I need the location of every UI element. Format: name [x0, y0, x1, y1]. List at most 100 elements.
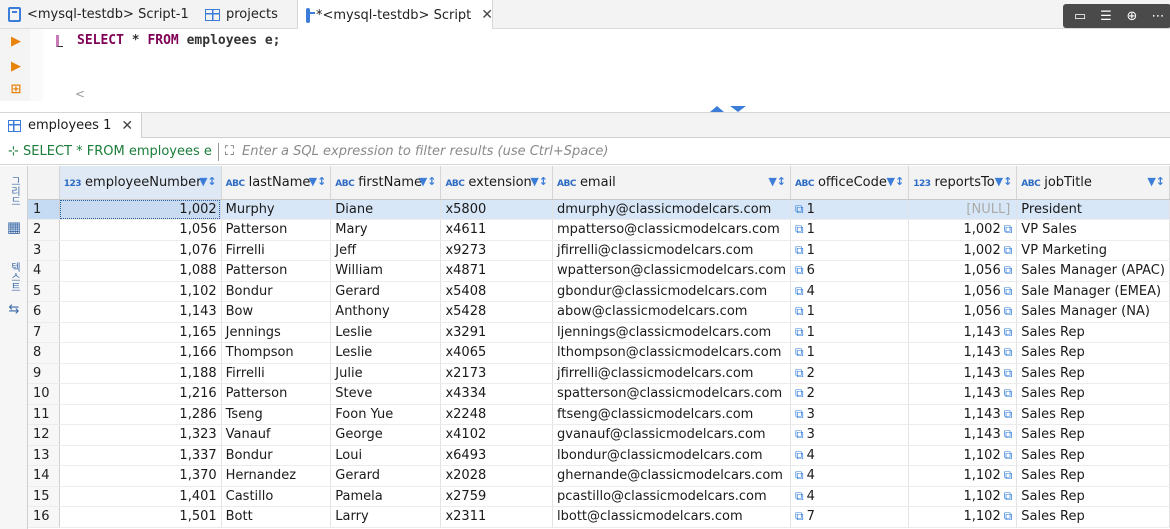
filter-query-label[interactable]: ⊹ SELECT * FROM employees e — [8, 144, 212, 159]
text-view-button[interactable]: 텍스트 — [5, 262, 23, 295]
fk-link-icon[interactable]: ⧉ — [1004, 304, 1013, 318]
cell-reportsTo[interactable]: 1,102 ⧉ — [908, 486, 1018, 507]
cell-email[interactable]: spatterson@classicmodelcars.com — [552, 383, 791, 405]
filter-sort-icon[interactable]: ▼↕ — [1147, 175, 1165, 188]
cell-firstName[interactable]: Leslie — [330, 342, 442, 364]
row-number[interactable]: 12 — [28, 424, 60, 446]
cell-email[interactable]: jfirrelli@classicmodelcars.com — [552, 240, 791, 261]
cell-reportsTo[interactable]: 1,143 ⧉ — [908, 383, 1018, 405]
cell-employeeNumber[interactable]: 1,323 — [59, 424, 222, 446]
cell-lastName[interactable]: Firrelli — [221, 240, 332, 261]
cell-firstName[interactable]: Anthony — [330, 301, 442, 323]
cell-extension[interactable]: x9273 — [440, 240, 553, 261]
table-row[interactable]: 6 1,143 Bow Anthony x5428 abow@classicmodelca… — [28, 301, 1170, 323]
cell-extension[interactable]: x4102 — [440, 424, 553, 446]
row-number[interactable]: 11 — [28, 404, 60, 425]
fk-link-icon[interactable]: ⧉ — [795, 263, 804, 277]
column-header-3[interactable]: ABC extension ▼↕ — [440, 166, 553, 200]
table-row[interactable]: 5 1,102 Bondur Gerard x5408 gbondur@classicmo… — [28, 281, 1170, 302]
cell-reportsTo[interactable]: 1,143 ⧉ — [908, 363, 1018, 384]
cell-jobTitle[interactable]: Sales Manager (APAC) — [1016, 260, 1170, 282]
cell-reportsTo[interactable]: [NULL] — [908, 199, 1018, 220]
cell-jobTitle[interactable]: Sales Rep — [1016, 404, 1170, 425]
cell-jobTitle[interactable]: Sales Rep — [1016, 465, 1170, 487]
cell-email[interactable]: lbott@classicmodelcars.com — [552, 506, 791, 528]
filter-sort-icon[interactable]: ▼↕ — [887, 175, 905, 188]
fk-link-icon[interactable]: ⧉ — [1004, 263, 1013, 277]
cell-reportsTo[interactable]: 1,002 ⧉ — [908, 219, 1018, 241]
fk-link-icon[interactable]: ⧉ — [795, 366, 804, 380]
cell-extension[interactable]: x2311 — [440, 506, 553, 528]
cell-firstName[interactable]: Julie — [330, 363, 442, 384]
cell-officeCode[interactable]: ⧉ 7 — [790, 506, 910, 528]
cell-jobTitle[interactable]: Sales Rep — [1016, 445, 1170, 466]
cell-reportsTo[interactable]: 1,102 ⧉ — [908, 465, 1018, 487]
cell-reportsTo[interactable]: 1,056 ⧉ — [908, 301, 1018, 323]
filter-sort-icon[interactable]: ▼↕ — [995, 175, 1013, 188]
sql-editor[interactable]: ▶ ▶ ⊞ SELECT * FROM employees e; < — [0, 29, 1170, 102]
filter-sort-icon[interactable]: ▼↕ — [199, 175, 217, 188]
fk-link-icon[interactable]: ⧉ — [1004, 366, 1013, 380]
cell-employeeNumber[interactable]: 1,216 — [59, 383, 222, 405]
expand-icon[interactable]: ⛶ — [225, 144, 234, 159]
tab-script-active[interactable]: *<mysql-testdb> Script ✕ — [297, 0, 493, 30]
cell-email[interactable]: gbondur@classicmodelcars.com — [552, 281, 791, 302]
cell-officeCode[interactable]: ⧉ 1 — [790, 342, 910, 364]
row-number[interactable]: 14 — [28, 465, 60, 487]
table-row[interactable]: 12 1,323 Vanauf George x4102 gvanauf@classicm… — [28, 424, 1170, 446]
row-number[interactable]: 16 — [28, 506, 60, 528]
fk-link-icon[interactable]: ⧉ — [1004, 345, 1013, 359]
table-row[interactable]: 10 1,216 Patterson Steve x4334 spatterson@cla… — [28, 383, 1170, 405]
cell-employeeNumber[interactable]: 1,076 — [59, 240, 222, 261]
fk-link-icon[interactable]: ⧉ — [795, 284, 804, 298]
row-number[interactable]: 9 — [28, 363, 60, 384]
cell-lastName[interactable]: Thompson — [221, 342, 332, 364]
cell-email[interactable]: mpatterso@classicmodelcars.com — [552, 219, 791, 241]
fk-link-icon[interactable]: ⧉ — [1004, 509, 1013, 523]
cell-lastName[interactable]: Bott — [221, 506, 332, 528]
cell-employeeNumber[interactable]: 1,002 — [59, 199, 222, 220]
cell-jobTitle[interactable]: Sales Rep — [1016, 322, 1170, 343]
column-header-2[interactable]: ABC firstName ▼↕ — [330, 166, 442, 200]
scroll-left-icon[interactable]: < — [75, 87, 85, 101]
cell-firstName[interactable]: Diane — [330, 199, 442, 220]
cell-email[interactable]: ghernande@classicmodelcars.com — [552, 465, 791, 487]
cell-lastName[interactable]: Hernandez — [221, 465, 332, 487]
row-number[interactable]: 15 — [28, 486, 60, 507]
fk-link-icon[interactable]: ⧉ — [1004, 448, 1013, 462]
cell-jobTitle[interactable]: Sales Rep — [1016, 486, 1170, 507]
cell-firstName[interactable]: Jeff — [330, 240, 442, 261]
cell-jobTitle[interactable]: Sales Rep — [1016, 342, 1170, 364]
table-row[interactable]: 4 1,088 Patterson William x4871 wpatterson@cl… — [28, 260, 1170, 282]
fk-link-icon[interactable]: ⧉ — [795, 386, 804, 400]
comment-icon[interactable]: ▭ — [1069, 7, 1091, 25]
row-number[interactable]: 5 — [28, 281, 60, 302]
cell-officeCode[interactable]: ⧉ 4 — [790, 486, 910, 507]
fk-link-icon[interactable]: ⧉ — [1004, 427, 1013, 441]
cell-extension[interactable]: x2248 — [440, 404, 553, 425]
cell-extension[interactable]: x2173 — [440, 363, 553, 384]
cell-extension[interactable]: x4065 — [440, 342, 553, 364]
cell-employeeNumber[interactable]: 1,165 — [59, 322, 222, 343]
cell-officeCode[interactable]: ⧉ 1 — [790, 240, 910, 261]
cell-firstName[interactable]: George — [330, 424, 442, 446]
cell-extension[interactable]: x4611 — [440, 219, 553, 241]
cell-reportsTo[interactable]: 1,002 ⧉ — [908, 240, 1018, 261]
collapse-arrows-icon[interactable] — [708, 104, 748, 112]
fk-link-icon[interactable]: ⧉ — [1004, 386, 1013, 400]
cell-email[interactable]: abow@classicmodelcars.com — [552, 301, 791, 323]
cell-extension[interactable]: x4871 — [440, 260, 553, 282]
row-number[interactable]: 3 — [28, 240, 60, 261]
cell-email[interactable]: jfirrelli@classicmodelcars.com — [552, 363, 791, 384]
table-row[interactable]: 7 1,165 Jennings Leslie x3291 ljennings@class… — [28, 322, 1170, 343]
cell-lastName[interactable]: Tseng — [221, 404, 332, 425]
cell-officeCode[interactable]: ⧉ 4 — [790, 465, 910, 487]
table-row[interactable]: 14 1,370 Hernandez Gerard x2028 ghernande@cla… — [28, 465, 1170, 487]
cell-firstName[interactable]: Steve — [330, 383, 442, 405]
cell-firstName[interactable]: Gerard — [330, 281, 442, 302]
cell-officeCode[interactable]: ⧉ 3 — [790, 404, 910, 425]
cell-extension[interactable]: x2028 — [440, 465, 553, 487]
tab-projects[interactable]: projects — [197, 0, 278, 29]
cell-jobTitle[interactable]: VP Sales — [1016, 219, 1170, 241]
fk-link-icon[interactable]: ⧉ — [795, 468, 804, 482]
